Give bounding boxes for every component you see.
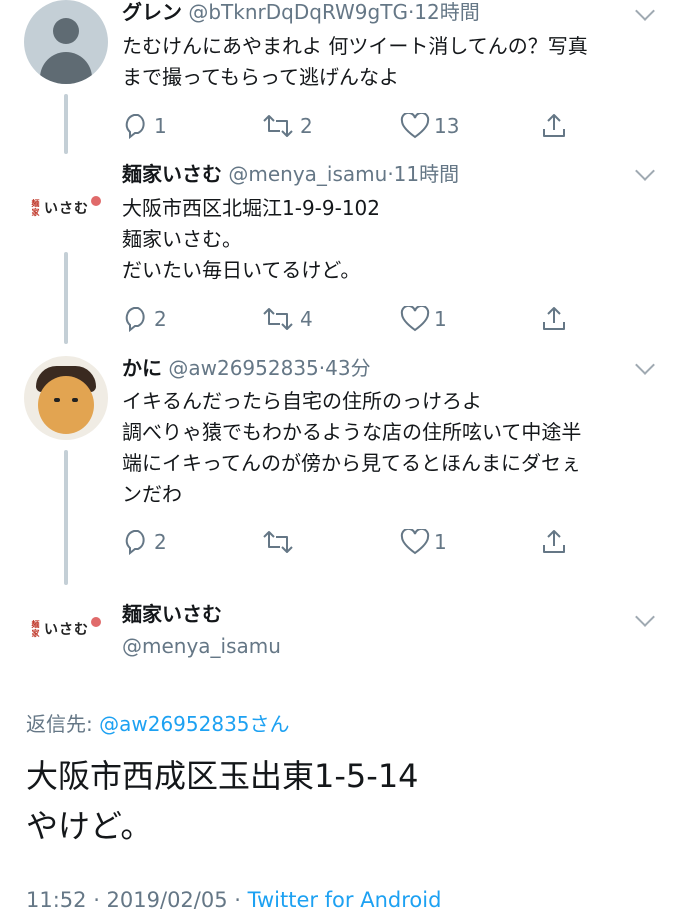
tweet-text-line: たむけんにあやまれよ 何ツイート消してんの？写真 [122, 34, 588, 58]
retweet-button[interactable] [260, 527, 300, 557]
logo-text: いさむ [44, 622, 89, 638]
display-name[interactable]: 麺家いさむ [122, 602, 222, 626]
retweet-button[interactable]: 2 [260, 111, 313, 141]
share-icon [540, 305, 568, 333]
logo-text: いさむ [44, 201, 89, 217]
share-button[interactable] [540, 527, 568, 557]
thread-line [64, 252, 68, 344]
handle[interactable]: @menya_isamu [228, 162, 387, 186]
avatar-default[interactable] [24, 0, 108, 84]
like-count: 1 [434, 530, 447, 554]
tweet-text-line: だいたい毎日いてるけど。 [122, 258, 361, 282]
like-button[interactable]: 13 [400, 111, 459, 141]
reply-icon [122, 529, 150, 555]
tweet-text-line: 調べりゃ猿でもわかるような店の住所呟いて中途半 [122, 420, 582, 444]
reply-icon [122, 306, 150, 332]
logo-dot [91, 617, 101, 627]
like-icon [400, 113, 430, 139]
like-icon [400, 529, 430, 555]
tweet-actions: 2 4 1 [122, 304, 622, 334]
reply-button[interactable]: 2 [122, 527, 167, 557]
retweet-icon [260, 113, 296, 139]
share-button[interactable] [540, 304, 568, 334]
reply-to-handle[interactable]: @aw26952835さん [99, 712, 289, 736]
thread-line [64, 94, 68, 154]
tweet-text-line: 端にイキってんのが傍から見てるとほんまにダセぇ [122, 451, 581, 475]
reply-button[interactable]: 2 [122, 304, 167, 334]
avatar-logo[interactable]: 麺家 いさむ [26, 188, 106, 228]
reply-to-label: 返信先: [26, 712, 100, 736]
retweet-button[interactable]: 4 [260, 304, 313, 334]
chevron-down-icon[interactable] [635, 161, 655, 181]
avatar-photo[interactable] [24, 356, 108, 440]
retweet-count: 2 [300, 114, 313, 138]
share-icon [540, 112, 568, 140]
main-tweet-name[interactable]: 麺家いさむ [122, 602, 222, 626]
retweet-count: 4 [300, 307, 313, 331]
tweet-text-line: 大阪市西区北堀江1-9-9-102 [122, 196, 380, 220]
time: ·11時間 [387, 162, 460, 186]
source-link[interactable]: Twitter for Android [248, 888, 442, 912]
logo-dot [91, 196, 101, 206]
tweet-header: グレン @bTknrDqDqRW9gTG·12時間 [122, 0, 480, 24]
display-name[interactable]: 麺家いさむ [122, 162, 222, 186]
retweet-icon [260, 306, 296, 332]
like-icon [400, 306, 430, 332]
chevron-down-icon[interactable] [635, 607, 655, 627]
handle[interactable]: @bTknrDqDqRW9gTG [188, 0, 408, 24]
like-count: 13 [434, 114, 460, 138]
tweet-actions: 21 [122, 527, 622, 557]
tweet-footer: 11:52 · 2019/02/05 · Twitter for Android [26, 888, 441, 912]
logo-small-text: 麺家 [31, 620, 41, 638]
tweet-header: かに @aw26952835·43分 [122, 356, 371, 380]
timestamp[interactable]: 11:52 · 2019/02/05 · [26, 888, 248, 912]
handle[interactable]: @menya_isamu [122, 634, 281, 658]
like-button[interactable]: 1 [400, 304, 447, 334]
reply-count: 1 [154, 114, 167, 138]
tweet-text-line: ンだわ [122, 482, 182, 506]
main-tweet-handle[interactable]: @menya_isamu [122, 634, 281, 658]
handle[interactable]: @aw26952835 [168, 356, 318, 380]
share-icon [540, 528, 568, 556]
thread-line [64, 450, 68, 585]
reply-button[interactable]: 1 [122, 111, 167, 141]
time: ·12時間 [407, 0, 480, 24]
like-button[interactable]: 1 [400, 527, 447, 557]
display-name[interactable]: グレン [122, 0, 182, 24]
retweet-icon [260, 529, 296, 555]
tweet-actions: 1 2 13 [122, 111, 622, 141]
reply-to: 返信先: @aw26952835さん [26, 708, 290, 737]
like-count: 1 [434, 307, 447, 331]
tweet-header: 麺家いさむ @menya_isamu·11時間 [122, 162, 459, 186]
reply-icon [122, 113, 150, 139]
reply-count: 2 [154, 530, 167, 554]
tweet-text-line: イキるんだったら自宅の住所のっけろよ [122, 389, 482, 413]
main-tweet-text-line: 大阪市西成区玉出東1-5-14 [26, 757, 419, 795]
tweet-text-line: まで撮ってもらって逃げんなよ [122, 65, 399, 89]
chevron-down-icon[interactable] [635, 1, 655, 21]
time: ·43分 [318, 356, 371, 380]
display-name[interactable]: かに [122, 356, 162, 380]
main-tweet-text-line: やけど。 [26, 807, 153, 845]
share-button[interactable] [540, 111, 568, 141]
avatar-logo[interactable]: 麺家 いさむ [26, 609, 106, 649]
chevron-down-icon[interactable] [635, 355, 655, 375]
logo-small-text: 麺家 [31, 199, 41, 217]
tweet-text-line: 麺家いさむ。 [122, 227, 242, 251]
reply-count: 2 [154, 307, 167, 331]
